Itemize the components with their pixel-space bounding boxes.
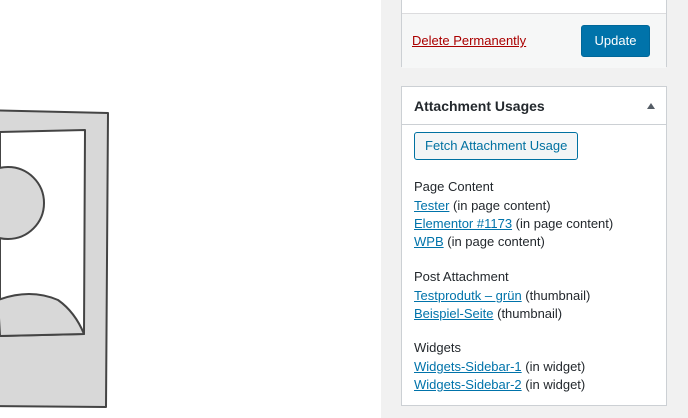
usage-link[interactable]: Testprodutk – grün (414, 288, 522, 303)
list-item: Widgets-Sidebar-1 (in widget) (414, 358, 664, 376)
usage-group-title: Post Attachment (414, 269, 509, 284)
usage-note: (in page content) (512, 216, 614, 231)
usage-group-title: Widgets (414, 340, 461, 355)
publish-box-top (402, 0, 666, 14)
usage-group-post-attachment: Post Attachment Testprodutk – grün (thum… (414, 268, 664, 323)
usage-group-widgets: Widgets Widgets-Sidebar-1 (in widget) Wi… (414, 339, 664, 394)
list-item: Widgets-Sidebar-2 (in widget) (414, 376, 664, 394)
list-item: Tester (in page content) (414, 197, 664, 215)
usage-note: (in page content) (443, 234, 545, 249)
usage-note: (thumbnail) (493, 306, 563, 321)
usage-link[interactable]: Tester (414, 198, 449, 213)
usage-link[interactable]: WPB (414, 234, 444, 249)
image-placeholder-icon (0, 109, 109, 408)
media-preview-area (0, 0, 381, 418)
usage-link[interactable]: Widgets-Sidebar-1 (414, 359, 522, 374)
fetch-attachment-usage-button[interactable]: Fetch Attachment Usage (414, 132, 579, 160)
publish-box: Delete Permanently Update (401, 0, 667, 68)
publish-actions: Delete Permanently Update (402, 14, 666, 68)
usage-group-page-content: Page Content Tester (in page content) El… (414, 178, 664, 251)
delete-permanently-link[interactable]: Delete Permanently (412, 33, 526, 48)
attachment-usages-box: Attachment Usages Fetch Attachment Usage… (401, 86, 667, 406)
usage-link[interactable]: Elementor #1173 (414, 216, 512, 231)
list-item: Testprodutk – grün (thumbnail) (414, 287, 664, 305)
usage-note: (in page content) (449, 198, 551, 213)
attachment-usages-title: Attachment Usages (414, 98, 545, 114)
list-item: Beispiel-Seite (thumbnail) (414, 305, 664, 323)
usage-link[interactable]: Beispiel-Seite (414, 306, 494, 321)
usage-link[interactable]: Widgets-Sidebar-2 (414, 377, 522, 392)
attachment-usages-header[interactable]: Attachment Usages (402, 87, 666, 125)
usage-note: (thumbnail) (521, 288, 591, 303)
sidebar: Delete Permanently Update Attachment Usa… (381, 0, 688, 418)
list-item: Elementor #1173 (in page content) (414, 215, 664, 233)
list-item: WPB (in page content) (414, 233, 664, 251)
usage-note: (in widget) (521, 377, 586, 392)
collapse-toggle-icon[interactable] (647, 103, 655, 109)
update-button[interactable]: Update (581, 25, 650, 57)
usage-note: (in widget) (521, 359, 586, 374)
usage-group-title: Page Content (414, 179, 494, 194)
